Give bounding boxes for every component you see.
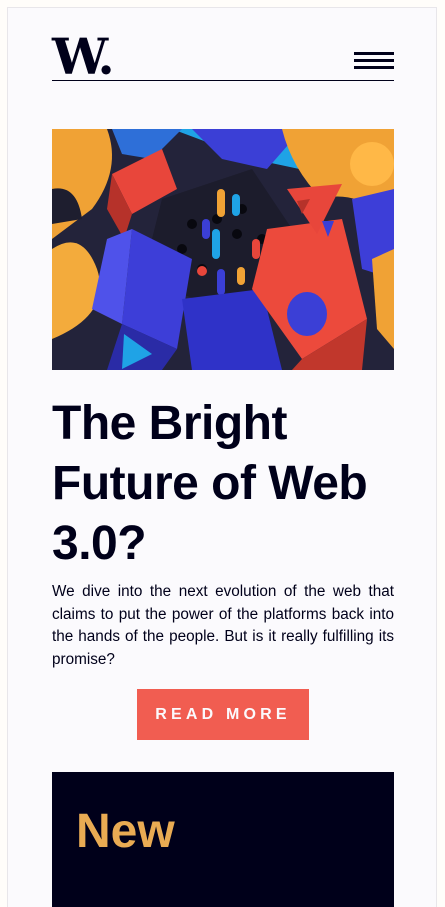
hero-illustration bbox=[52, 129, 394, 370]
page-frame: W. The Bright Future of Web 3.0? We dive… bbox=[7, 7, 437, 907]
read-more-button[interactable]: READ MORE bbox=[137, 689, 309, 740]
new-section-heading: New bbox=[76, 805, 175, 858]
article-description: We dive into the next evolution of the w… bbox=[52, 583, 394, 668]
hamburger-menu-icon[interactable] bbox=[354, 52, 394, 70]
article-title: The Bright Future of Web 3.0? bbox=[52, 397, 368, 570]
header-divider bbox=[52, 80, 394, 81]
new-section: New bbox=[52, 772, 394, 907]
site-header: W. bbox=[52, 32, 394, 82]
site-logo[interactable]: W. bbox=[52, 32, 115, 82]
hero-image bbox=[52, 129, 394, 370]
